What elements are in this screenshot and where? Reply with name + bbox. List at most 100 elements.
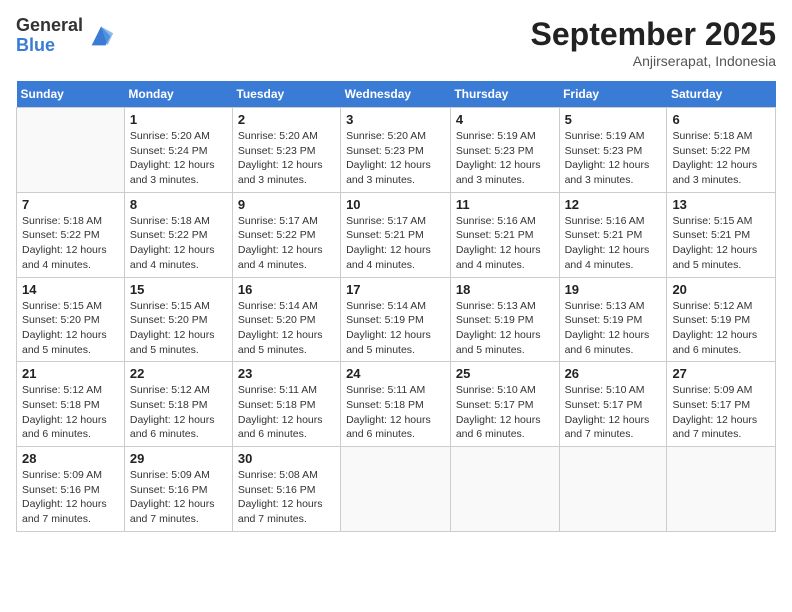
calendar-cell bbox=[450, 447, 559, 532]
day-number: 9 bbox=[238, 197, 335, 212]
day-info: Sunrise: 5:18 AM Sunset: 5:22 PM Dayligh… bbox=[672, 129, 770, 188]
day-info: Sunrise: 5:15 AM Sunset: 5:21 PM Dayligh… bbox=[672, 214, 770, 273]
day-number: 14 bbox=[22, 282, 119, 297]
day-number: 29 bbox=[130, 451, 227, 466]
day-number: 5 bbox=[565, 112, 662, 127]
calendar-cell bbox=[341, 447, 451, 532]
day-info: Sunrise: 5:20 AM Sunset: 5:23 PM Dayligh… bbox=[238, 129, 335, 188]
calendar-cell: 12Sunrise: 5:16 AM Sunset: 5:21 PM Dayli… bbox=[559, 192, 667, 277]
calendar-cell: 3 Sunrise: 5:20 AM Sunset: 5:23 PM Daylig… bbox=[341, 108, 451, 193]
month-title: September 2025 bbox=[531, 16, 776, 53]
day-info: Sunrise: 5:09 AM Sunset: 5:16 PM Dayligh… bbox=[130, 468, 227, 527]
calendar-cell: 23Sunrise: 5:11 AM Sunset: 5:18 PM Dayli… bbox=[232, 362, 340, 447]
calendar-cell: 7Sunrise: 5:18 AM Sunset: 5:22 PM Daylig… bbox=[17, 192, 125, 277]
day-number: 24 bbox=[346, 366, 445, 381]
day-info: Sunrise: 5:08 AM Sunset: 5:16 PM Dayligh… bbox=[238, 468, 335, 527]
day-header-wednesday: Wednesday bbox=[341, 81, 451, 108]
week-row-1: 1Sunrise: 5:20 AM Sunset: 5:24 PM Daylig… bbox=[17, 108, 776, 193]
logo: General Blue bbox=[16, 16, 115, 56]
location-subtitle: Anjirserapat, Indonesia bbox=[531, 53, 776, 69]
day-info: Sunrise: 5:14 AM Sunset: 5:19 PM Dayligh… bbox=[346, 299, 445, 358]
day-number: 11 bbox=[456, 197, 554, 212]
logo-blue-text: Blue bbox=[16, 36, 83, 56]
title-block: September 2025 Anjirserapat, Indonesia bbox=[531, 16, 776, 69]
week-row-2: 7Sunrise: 5:18 AM Sunset: 5:22 PM Daylig… bbox=[17, 192, 776, 277]
calendar-cell: 11 Sunrise: 5:16 AM Sunset: 5:21 PM Dayli… bbox=[450, 192, 559, 277]
day-info: Sunrise: 5:15 AM Sunset: 5:20 PM Dayligh… bbox=[130, 299, 227, 358]
calendar-cell bbox=[17, 108, 125, 193]
day-header-friday: Friday bbox=[559, 81, 667, 108]
logo-general-text: General bbox=[16, 16, 83, 36]
calendar-cell: 18 Sunrise: 5:13 AM Sunset: 5:19 PM Dayli… bbox=[450, 277, 559, 362]
day-info: Sunrise: 5:16 AM Sunset: 5:21 PM Dayligh… bbox=[456, 214, 554, 273]
day-info: Sunrise: 5:17 AM Sunset: 5:21 PM Dayligh… bbox=[346, 214, 445, 273]
calendar-cell: 29 Sunrise: 5:09 AM Sunset: 5:16 PM Dayli… bbox=[124, 447, 232, 532]
day-info: Sunrise: 5:16 AM Sunset: 5:21 PM Dayligh… bbox=[565, 214, 662, 273]
day-number: 6 bbox=[672, 112, 770, 127]
day-info: Sunrise: 5:11 AM Sunset: 5:18 PM Dayligh… bbox=[346, 383, 445, 442]
calendar-cell: 2 Sunrise: 5:20 AM Sunset: 5:23 PM Daylig… bbox=[232, 108, 340, 193]
calendar-cell: 6 Sunrise: 5:18 AM Sunset: 5:22 PM Daylig… bbox=[667, 108, 776, 193]
day-info: Sunrise: 5:13 AM Sunset: 5:19 PM Dayligh… bbox=[456, 299, 554, 358]
week-row-5: 28 Sunrise: 5:09 AM Sunset: 5:16 PM Dayli… bbox=[17, 447, 776, 532]
day-number: 30 bbox=[238, 451, 335, 466]
logo-icon bbox=[87, 22, 115, 50]
day-info: Sunrise: 5:20 AM Sunset: 5:24 PM Dayligh… bbox=[130, 129, 227, 188]
week-row-4: 21 Sunrise: 5:12 AM Sunset: 5:18 PM Dayli… bbox=[17, 362, 776, 447]
calendar-cell: 5 Sunrise: 5:19 AM Sunset: 5:23 PM Daylig… bbox=[559, 108, 667, 193]
calendar-cell: 9 Sunrise: 5:17 AM Sunset: 5:22 PM Daylig… bbox=[232, 192, 340, 277]
day-info: Sunrise: 5:18 AM Sunset: 5:22 PM Dayligh… bbox=[22, 214, 119, 273]
day-info: Sunrise: 5:20 AM Sunset: 5:23 PM Dayligh… bbox=[346, 129, 445, 188]
page-header: General Blue September 2025 Anjirserapat… bbox=[16, 16, 776, 69]
day-number: 2 bbox=[238, 112, 335, 127]
day-info: Sunrise: 5:12 AM Sunset: 5:19 PM Dayligh… bbox=[672, 299, 770, 358]
day-info: Sunrise: 5:19 AM Sunset: 5:23 PM Dayligh… bbox=[565, 129, 662, 188]
calendar-cell: 19 Sunrise: 5:13 AM Sunset: 5:19 PM Dayli… bbox=[559, 277, 667, 362]
calendar-table: SundayMondayTuesdayWednesdayThursdayFrid… bbox=[16, 81, 776, 532]
calendar-cell: 13Sunrise: 5:15 AM Sunset: 5:21 PM Dayli… bbox=[667, 192, 776, 277]
day-info: Sunrise: 5:12 AM Sunset: 5:18 PM Dayligh… bbox=[22, 383, 119, 442]
calendar-cell: 30 Sunrise: 5:08 AM Sunset: 5:16 PM Dayli… bbox=[232, 447, 340, 532]
calendar-cell: 26Sunrise: 5:10 AM Sunset: 5:17 PM Dayli… bbox=[559, 362, 667, 447]
day-info: Sunrise: 5:11 AM Sunset: 5:18 PM Dayligh… bbox=[238, 383, 335, 442]
day-info: Sunrise: 5:09 AM Sunset: 5:17 PM Dayligh… bbox=[672, 383, 770, 442]
day-header-tuesday: Tuesday bbox=[232, 81, 340, 108]
day-info: Sunrise: 5:10 AM Sunset: 5:17 PM Dayligh… bbox=[456, 383, 554, 442]
calendar-cell: 17 Sunrise: 5:14 AM Sunset: 5:19 PM Dayli… bbox=[341, 277, 451, 362]
day-info: Sunrise: 5:18 AM Sunset: 5:22 PM Dayligh… bbox=[130, 214, 227, 273]
calendar-cell: 1Sunrise: 5:20 AM Sunset: 5:24 PM Daylig… bbox=[124, 108, 232, 193]
day-number: 16 bbox=[238, 282, 335, 297]
day-info: Sunrise: 5:10 AM Sunset: 5:17 PM Dayligh… bbox=[565, 383, 662, 442]
day-number: 4 bbox=[456, 112, 554, 127]
calendar-cell: 15Sunrise: 5:15 AM Sunset: 5:20 PM Dayli… bbox=[124, 277, 232, 362]
calendar-cell: 28Sunrise: 5:09 AM Sunset: 5:16 PM Dayli… bbox=[17, 447, 125, 532]
day-info: Sunrise: 5:14 AM Sunset: 5:20 PM Dayligh… bbox=[238, 299, 335, 358]
calendar-cell bbox=[559, 447, 667, 532]
calendar-cell: 14Sunrise: 5:15 AM Sunset: 5:20 PM Dayli… bbox=[17, 277, 125, 362]
calendar-cell: 24 Sunrise: 5:11 AM Sunset: 5:18 PM Dayli… bbox=[341, 362, 451, 447]
day-number: 17 bbox=[346, 282, 445, 297]
day-number: 25 bbox=[456, 366, 554, 381]
calendar-cell: 16 Sunrise: 5:14 AM Sunset: 5:20 PM Dayli… bbox=[232, 277, 340, 362]
day-number: 8 bbox=[130, 197, 227, 212]
day-number: 21 bbox=[22, 366, 119, 381]
week-row-3: 14 Sunrise: 5:15 AM Sunset: 5:20 PM Dayli… bbox=[17, 277, 776, 362]
calendar-cell: 21 Sunrise: 5:12 AM Sunset: 5:18 PM Dayli… bbox=[17, 362, 125, 447]
calendar-cell: 22Sunrise: 5:12 AM Sunset: 5:18 PM Dayli… bbox=[124, 362, 232, 447]
day-number: 22 bbox=[130, 366, 227, 381]
day-number: 28 bbox=[22, 451, 119, 466]
day-header-thursday: Thursday bbox=[450, 81, 559, 108]
day-number: 10 bbox=[346, 197, 445, 212]
day-info: Sunrise: 5:17 AM Sunset: 5:22 PM Dayligh… bbox=[238, 214, 335, 273]
day-info: Sunrise: 5:19 AM Sunset: 5:23 PM Dayligh… bbox=[456, 129, 554, 188]
day-header-sunday: Sunday bbox=[17, 81, 125, 108]
day-header-saturday: Saturday bbox=[667, 81, 776, 108]
day-number: 19 bbox=[565, 282, 662, 297]
day-info: Sunrise: 5:13 AM Sunset: 5:19 PM Dayligh… bbox=[565, 299, 662, 358]
calendar-cell: 10 Sunrise: 5:17 AM Sunset: 5:21 PM Dayli… bbox=[341, 192, 451, 277]
day-number: 18 bbox=[456, 282, 554, 297]
day-header-monday: Monday bbox=[124, 81, 232, 108]
day-number: 3 bbox=[346, 112, 445, 127]
calendar-cell: 4 Sunrise: 5:19 AM Sunset: 5:23 PM Daylig… bbox=[450, 108, 559, 193]
day-number: 27 bbox=[672, 366, 770, 381]
